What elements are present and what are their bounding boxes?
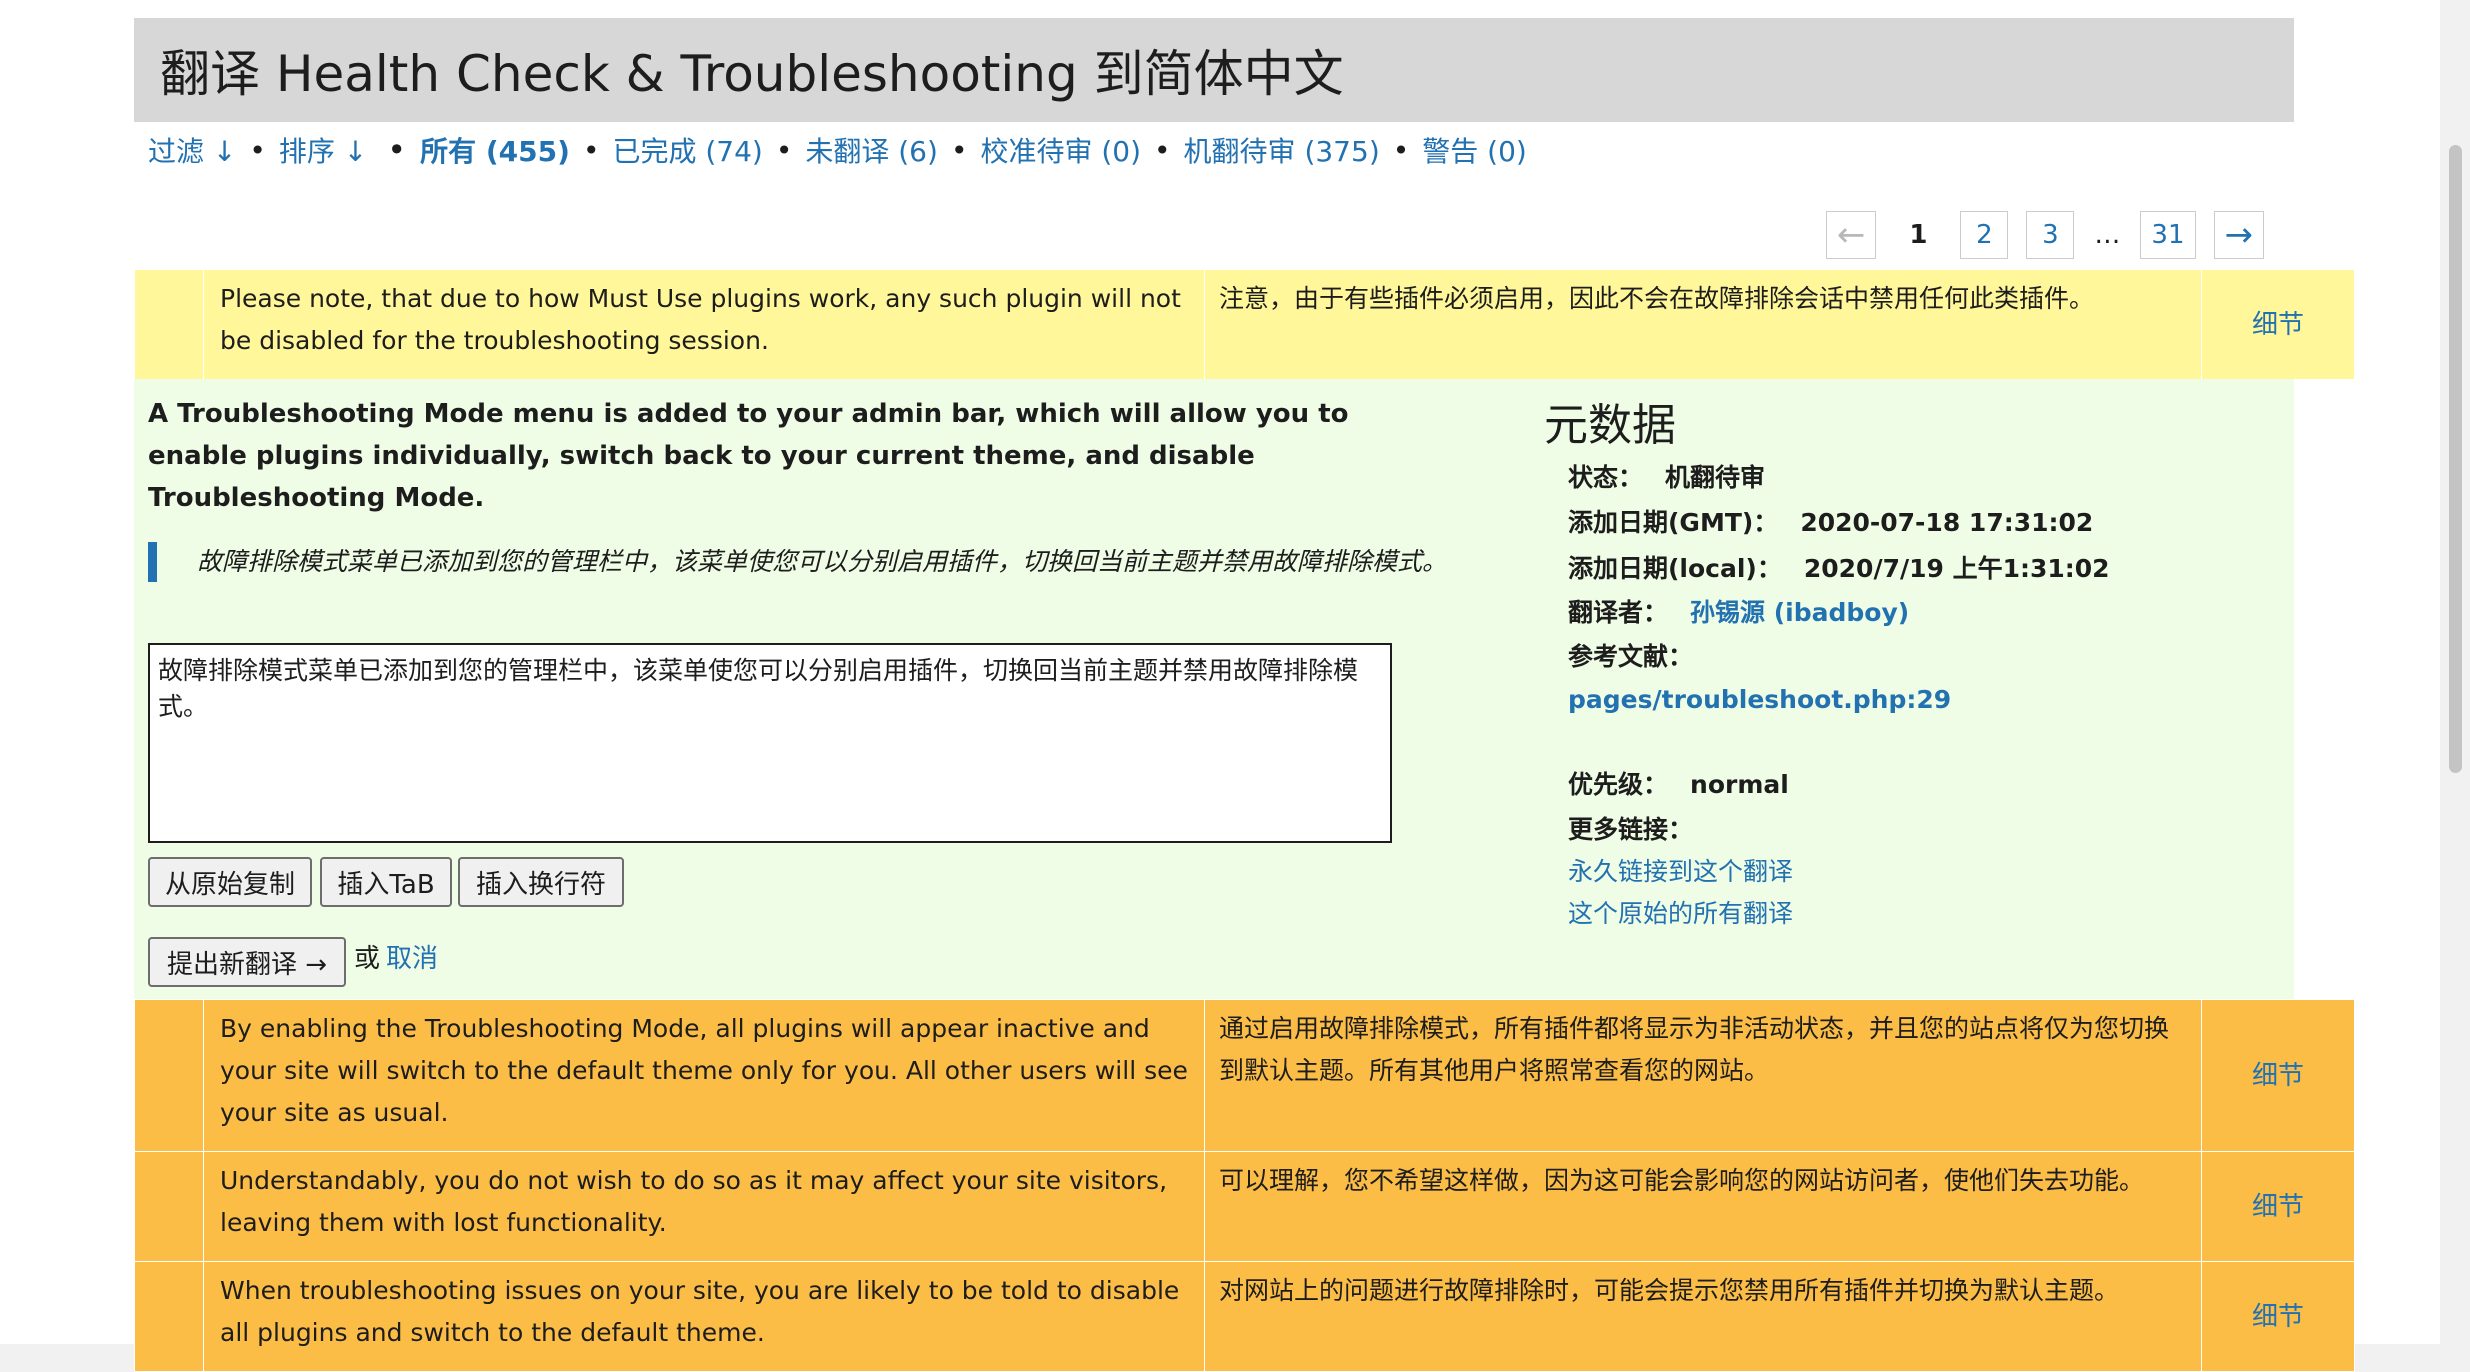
- details-link[interactable]: 细节: [2252, 1192, 2304, 1222]
- separator: •: [1154, 133, 1171, 167]
- details-link[interactable]: 细节: [2252, 1302, 2304, 1332]
- page-3-link[interactable]: 3: [2026, 211, 2075, 259]
- meta-added-gmt-value: 2020-07-18 17:31:02: [1800, 508, 2094, 537]
- filter-fuzzy-link[interactable]: 机翻待审 (375): [1184, 130, 1380, 170]
- meta-priority-value: normal: [1690, 770, 1789, 799]
- separator: •: [950, 133, 968, 167]
- filter-untranslated-link[interactable]: 未翻译 (6): [805, 130, 938, 170]
- insert-tab-button[interactable]: 插入TaB: [320, 857, 452, 907]
- next-page-button[interactable]: →: [2213, 211, 2264, 259]
- meta-more-links-label: 更多链接：: [1568, 815, 1694, 844]
- submit-translation-button[interactable]: 提出新翻译 →: [148, 937, 346, 987]
- separator: •: [387, 131, 407, 169]
- row-original: Please note, that due to how Must Use pl…: [203, 269, 1205, 380]
- meta-added-local: 添加日期(local)： 2020/7/19 上午1:31:02: [1568, 549, 2110, 589]
- filter-done-link[interactable]: 已完成 (74): [612, 130, 762, 170]
- page: 翻译 Health Check & Troubleshooting 到简体中文 …: [0, 0, 2440, 1372]
- separator: •: [1392, 133, 1410, 167]
- vertical-scrollbar[interactable]: [2440, 0, 2470, 1344]
- page-2-link[interactable]: 2: [1960, 211, 2009, 259]
- current-translation-quote: 故障排除模式菜单已添加到您的管理栏中，该菜单使您可以分别启用插件，切换回当前主题…: [148, 542, 1518, 582]
- permalink-link[interactable]: 永久链接到这个翻译: [1568, 852, 1793, 892]
- sort-toggle-link[interactable]: 排序 ↓: [279, 130, 367, 170]
- details-link[interactable]: 细节: [2252, 310, 2304, 340]
- table-row[interactable]: By enabling the Troubleshooting Mode, al…: [134, 999, 2355, 1152]
- metadata-heading: 元数据: [1544, 400, 1676, 451]
- prev-page-button[interactable]: ←: [1825, 211, 1877, 259]
- meta-added-gmt-label: 添加日期(GMT)：: [1568, 508, 1779, 537]
- page-title: 翻译 Health Check & Troubleshooting 到简体中文: [134, 18, 2294, 122]
- meta-translator-label: 翻译者：: [1568, 598, 1669, 627]
- row-action-cell: 细节: [2201, 1151, 2355, 1262]
- meta-references-label: 参考文献：: [1568, 642, 1694, 671]
- meta-added-local-value: 2020/7/19 上午1:31:02: [1803, 554, 2110, 583]
- filter-waiting-link[interactable]: 校准待审 (0): [980, 130, 1141, 170]
- current-page: 1: [1894, 211, 1943, 259]
- separator: •: [582, 133, 600, 167]
- row-action-cell: 细节: [2201, 999, 2355, 1152]
- row-checkbox-cell[interactable]: [134, 999, 204, 1152]
- row-original: When troubleshooting issues on your site…: [203, 1261, 1205, 1372]
- meta-reference-row: pages/troubleshoot.php:29: [1568, 680, 1951, 720]
- translation-table-top: Please note, that due to how Must Use pl…: [134, 269, 2355, 380]
- scrollbar-thumb[interactable]: [2449, 145, 2462, 773]
- filter-all-link[interactable]: 所有 (455): [420, 130, 570, 170]
- row-action-cell: 细节: [2201, 1261, 2355, 1372]
- row-checkbox-cell[interactable]: [134, 1261, 204, 1372]
- copy-from-original-button[interactable]: 从原始复制: [148, 857, 312, 907]
- meta-translator: 翻译者： 孙锡源 (ibadboy): [1568, 593, 1909, 633]
- separator: •: [775, 133, 793, 167]
- row-translation: 注意，由于有些插件必须启用，因此不会在故障排除会话中禁用任何此类插件。: [1204, 269, 2202, 380]
- table-row[interactable]: Understandably, you do not wish to do so…: [134, 1151, 2355, 1262]
- filter-bar: 过滤 ↓ • 排序 ↓ • 所有 (455) • 已完成 (74) • 未翻译 …: [148, 128, 1527, 172]
- separator: •: [249, 133, 266, 167]
- translation-textarea[interactable]: 故障排除模式菜单已添加到您的管理栏中，该菜单使您可以分别启用插件，切换回当前主题…: [148, 643, 1392, 843]
- filter-warnings-link[interactable]: 警告 (0): [1422, 130, 1527, 170]
- pagination: ← 1 2 3 … 31 →: [1825, 210, 2264, 260]
- meta-priority: 优先级： normal: [1568, 765, 1789, 805]
- pager-ellipsis: …: [2092, 211, 2123, 259]
- insert-newline-button[interactable]: 插入换行符: [458, 857, 624, 907]
- meta-added-local-label: 添加日期(local)：: [1568, 554, 1782, 583]
- row-original: Understandably, you do not wish to do so…: [203, 1151, 1205, 1262]
- row-original: By enabling the Troubleshooting Mode, al…: [203, 999, 1205, 1152]
- all-translations-link[interactable]: 这个原始的所有翻译: [1568, 894, 1793, 934]
- translator-link[interactable]: 孙锡源 (ibadboy): [1690, 598, 1909, 627]
- details-link[interactable]: 细节: [2252, 1061, 2304, 1091]
- row-checkbox-cell[interactable]: [134, 269, 204, 380]
- meta-more-links: 更多链接：: [1568, 810, 1715, 850]
- meta-status: 状态： 机翻待审: [1568, 458, 1765, 498]
- filter-toggle-link[interactable]: 过滤 ↓: [148, 130, 236, 170]
- row-translation: 对网站上的问题进行故障排除时，可能会提示您禁用所有插件并切换为默认主题。: [1204, 1261, 2202, 1372]
- translation-editor: A Troubleshooting Mode menu is added to …: [134, 379, 2294, 999]
- table-row[interactable]: When troubleshooting issues on your site…: [134, 1261, 2355, 1372]
- meta-priority-label: 优先级：: [1568, 770, 1669, 799]
- row-checkbox-cell[interactable]: [134, 1151, 204, 1262]
- meta-status-label: 状态：: [1568, 463, 1644, 492]
- translation-table-bottom: By enabling the Troubleshooting Mode, al…: [134, 999, 2355, 1372]
- last-page-link[interactable]: 31: [2140, 211, 2196, 259]
- meta-references: 参考文献：: [1568, 637, 1715, 677]
- or-text: 或: [354, 944, 381, 974]
- row-action-cell: 细节: [2201, 269, 2355, 380]
- row-translation: 可以理解，您不希望这样做，因为这可能会影响您的网站访问者，使他们失去功能。: [1204, 1151, 2202, 1262]
- reference-link[interactable]: pages/troubleshoot.php:29: [1568, 685, 1951, 714]
- editor-original-text: A Troubleshooting Mode menu is added to …: [148, 399, 1349, 513]
- meta-added-gmt: 添加日期(GMT)： 2020-07-18 17:31:02: [1568, 503, 2093, 543]
- table-row[interactable]: Please note, that due to how Must Use pl…: [134, 269, 2355, 380]
- meta-status-value: 机翻待审: [1665, 463, 1766, 492]
- row-translation: 通过启用故障排除模式，所有插件都将显示为非活动状态，并且您的站点将仅为您切换到默…: [1204, 999, 2202, 1152]
- cancel-link[interactable]: 取消: [386, 939, 438, 979]
